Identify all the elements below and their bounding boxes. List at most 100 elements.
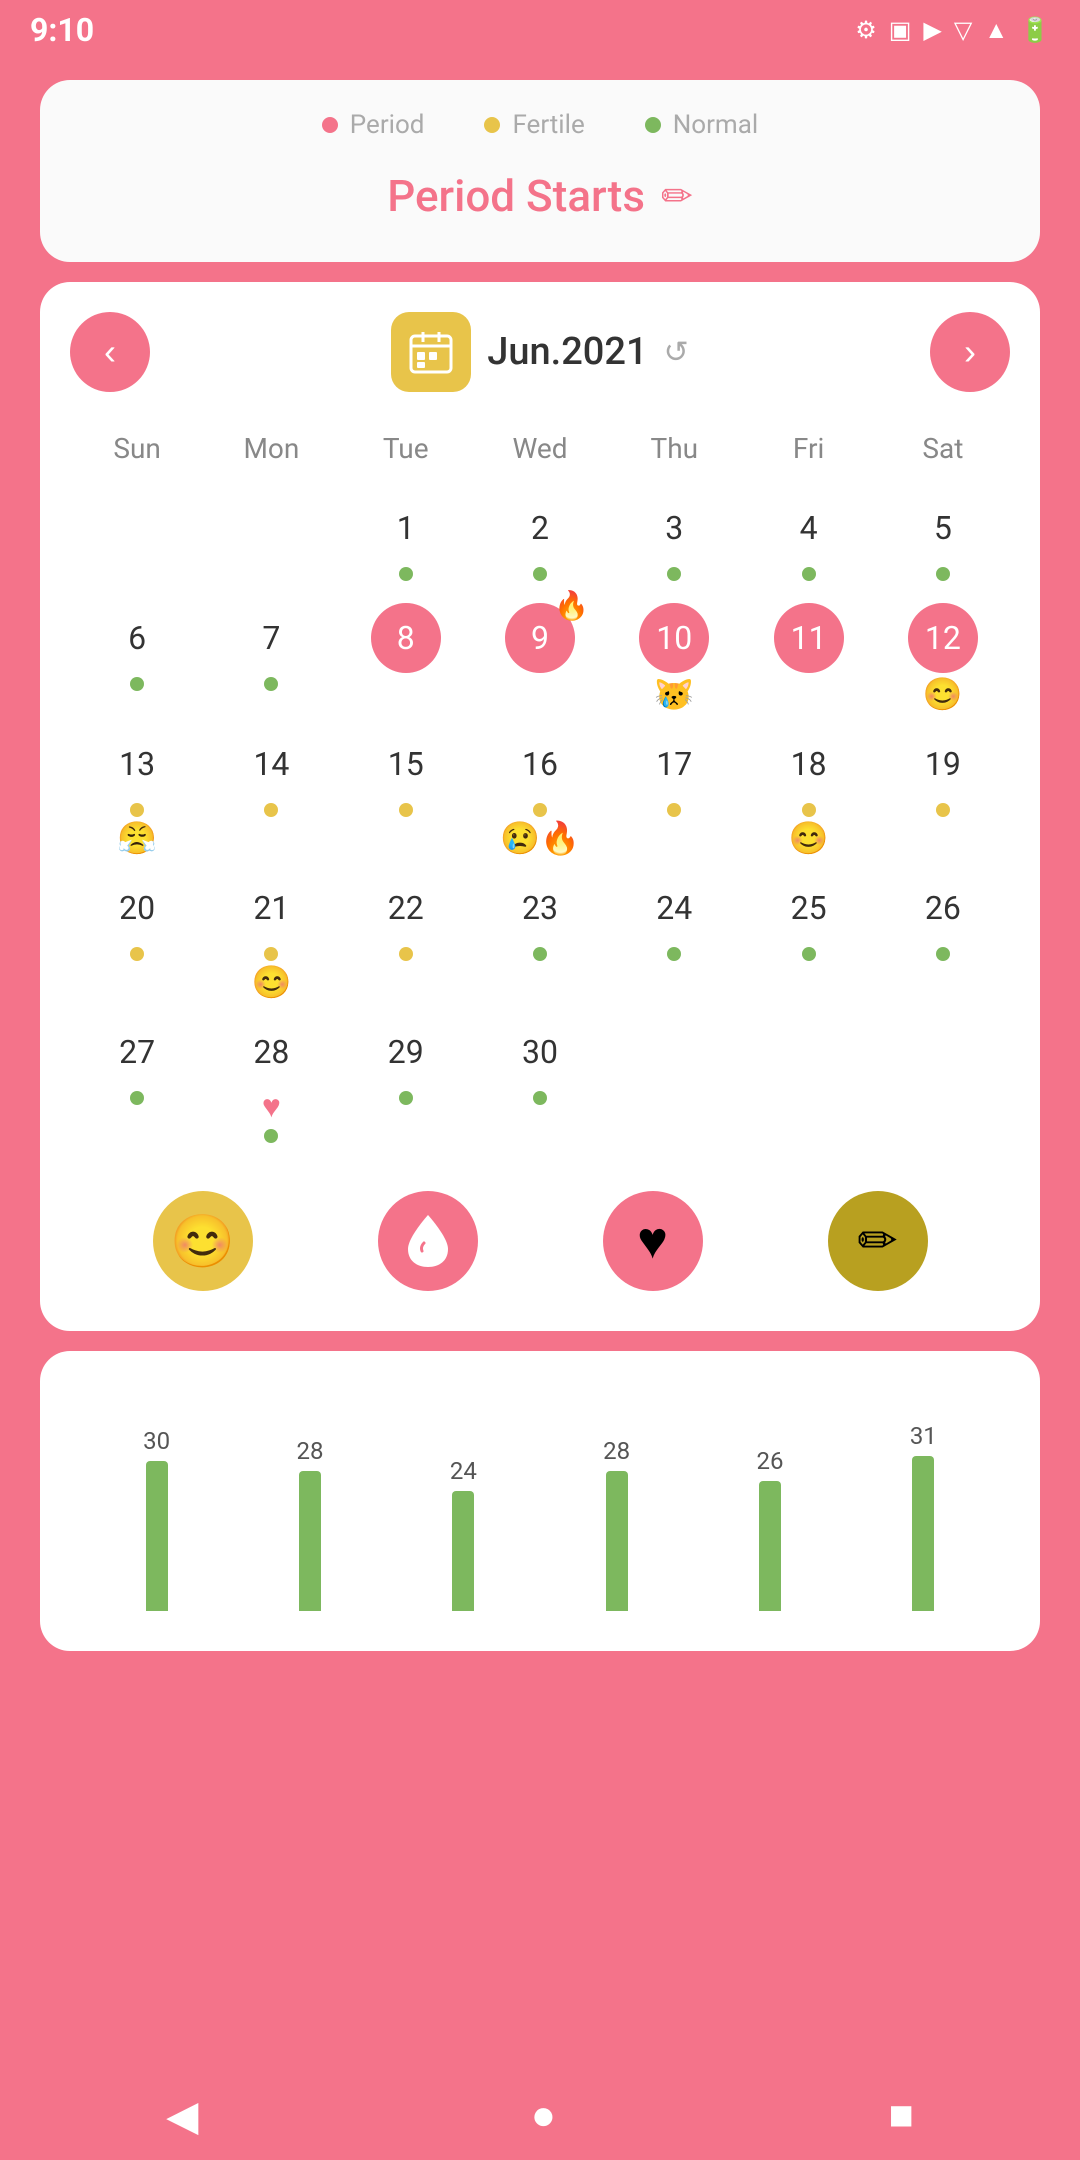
day-dot xyxy=(264,1129,278,1143)
refresh-icon[interactable]: ↺ xyxy=(664,335,689,370)
cal-cell-17[interactable]: 17 xyxy=(607,721,741,865)
cal-cell-12[interactable]: 12 😊 xyxy=(876,595,1010,721)
fertile-label: Fertile xyxy=(512,110,584,140)
legend-row: Period Fertile Normal xyxy=(80,110,1000,140)
day-dot xyxy=(533,803,547,817)
cal-cell-25[interactable]: 25 xyxy=(741,865,875,1009)
cal-cell-26[interactable]: 26 xyxy=(876,865,1010,1009)
cal-cell-5[interactable]: 5 xyxy=(876,485,1010,595)
legend-fertile: Fertile xyxy=(484,110,584,140)
legend-period: Period xyxy=(322,110,425,140)
day-dot xyxy=(667,947,681,961)
chart-value: 28 xyxy=(603,1437,630,1465)
cal-cell-2[interactable]: 2 xyxy=(473,485,607,595)
day-dot xyxy=(399,1091,413,1105)
period-starts-button[interactable]: Period Starts ✏ xyxy=(80,170,1000,222)
cal-cell-15[interactable]: 15 xyxy=(339,721,473,865)
cal-cell-20[interactable]: 20 xyxy=(70,865,204,1009)
cal-cell-18[interactable]: 18 😊 xyxy=(741,721,875,865)
day-number: 11 xyxy=(774,603,844,673)
drop-button[interactable] xyxy=(378,1191,478,1291)
cal-cell-10[interactable]: 10 😿 xyxy=(607,595,741,721)
chart-bar-group: 31 xyxy=(910,1422,937,1611)
day-dot xyxy=(130,677,144,691)
month-year: Jun.2021 ↺ xyxy=(487,330,689,374)
day-dot xyxy=(130,947,144,961)
day-number: 9 🔥 xyxy=(505,603,575,673)
cal-cell-11[interactable]: 11 xyxy=(741,595,875,721)
day-dot xyxy=(399,947,413,961)
cal-cell-3[interactable]: 3 xyxy=(607,485,741,595)
day-header-tue: Tue xyxy=(339,422,473,475)
day-headers: Sun Mon Tue Wed Thu Fri Sat xyxy=(70,422,1010,475)
day-number: 1 xyxy=(371,493,441,563)
day-dot xyxy=(533,567,547,581)
day-dot xyxy=(399,803,413,817)
chart-bar xyxy=(299,1471,321,1611)
day-dot xyxy=(936,803,950,817)
recents-button[interactable]: ■ xyxy=(888,2091,913,2139)
cal-cell-7[interactable]: 7 xyxy=(204,595,338,721)
day-dot xyxy=(667,803,681,817)
cal-cell-14[interactable]: 14 xyxy=(204,721,338,865)
back-button[interactable]: ◀ xyxy=(166,2091,198,2140)
chart-bar-group: 28 xyxy=(297,1437,324,1611)
cal-cell-8[interactable]: 8 xyxy=(339,595,473,721)
cal-cell-22[interactable]: 22 xyxy=(339,865,473,1009)
mood-emoji: 😊 xyxy=(923,675,963,713)
next-month-button[interactable]: › xyxy=(930,312,1010,392)
day-number: 4 xyxy=(774,493,844,563)
cal-cell-16[interactable]: 16 😢🔥 xyxy=(473,721,607,865)
day-number: 26 xyxy=(908,873,978,943)
chart-area: 302824282631 xyxy=(80,1391,1000,1611)
chart-bar-group: 28 xyxy=(603,1437,630,1611)
chart-card: 302824282631 xyxy=(40,1351,1040,1651)
day-number: 8 xyxy=(371,603,441,673)
day-number: 3 xyxy=(639,493,709,563)
calendar-card: ‹ Jun.2021 ↺ › Sun Mon Tu xyxy=(40,282,1040,1331)
day-dot xyxy=(264,803,278,817)
day-number: 18 xyxy=(774,729,844,799)
cal-cell-4[interactable]: 4 xyxy=(741,485,875,595)
mood-emoji: 😤 xyxy=(117,819,157,857)
chart-bar-group: 24 xyxy=(450,1457,477,1611)
home-button[interactable]: ● xyxy=(531,2091,556,2139)
settings-icon: ⚙ xyxy=(855,16,877,44)
heart-icon: ♥ xyxy=(262,1087,281,1125)
day-number: 6 xyxy=(102,603,172,673)
mood-button[interactable]: 😊 xyxy=(153,1191,253,1291)
pencil-button[interactable]: ✏ xyxy=(828,1191,928,1291)
cal-cell-6[interactable]: 6 xyxy=(70,595,204,721)
day-number: 29 xyxy=(371,1017,441,1087)
chart-bar-group: 26 xyxy=(756,1447,783,1611)
prev-month-button[interactable]: ‹ xyxy=(70,312,150,392)
calendar-view-button[interactable] xyxy=(391,312,471,392)
day-number: 13 xyxy=(102,729,172,799)
signal-icon: ▲ xyxy=(984,16,1008,45)
cal-cell-13[interactable]: 13 😤 xyxy=(70,721,204,865)
cal-cell-9[interactable]: 9 🔥 xyxy=(473,595,607,721)
play-icon: ▶ xyxy=(923,16,941,44)
cal-cell-29[interactable]: 29 xyxy=(339,1009,473,1151)
cal-cell-24[interactable]: 24 xyxy=(607,865,741,1009)
day-header-sun: Sun xyxy=(70,422,204,475)
day-number: 27 xyxy=(102,1017,172,1087)
day-dot xyxy=(264,677,278,691)
day-number: 30 xyxy=(505,1017,575,1087)
heart-button[interactable]: ♥ xyxy=(603,1191,703,1291)
cal-cell-27[interactable]: 27 xyxy=(70,1009,204,1151)
day-number: 22 xyxy=(371,873,441,943)
cal-cell-28[interactable]: 28 ♥ xyxy=(204,1009,338,1151)
cal-cell-23[interactable]: 23 xyxy=(473,865,607,1009)
day-dot xyxy=(533,1091,547,1105)
cal-cell-1[interactable]: 1 xyxy=(339,485,473,595)
day-number: 20 xyxy=(102,873,172,943)
cal-cell-19[interactable]: 19 xyxy=(876,721,1010,865)
legend-card: Period Fertile Normal Period Starts ✏ xyxy=(40,80,1040,262)
cal-cell-21[interactable]: 21 😊 xyxy=(204,865,338,1009)
chart-bar xyxy=(759,1481,781,1611)
day-number: 25 xyxy=(774,873,844,943)
cal-cell-empty xyxy=(607,1009,741,1151)
edit-icon: ✏ xyxy=(661,174,693,219)
cal-cell-30[interactable]: 30 xyxy=(473,1009,607,1151)
